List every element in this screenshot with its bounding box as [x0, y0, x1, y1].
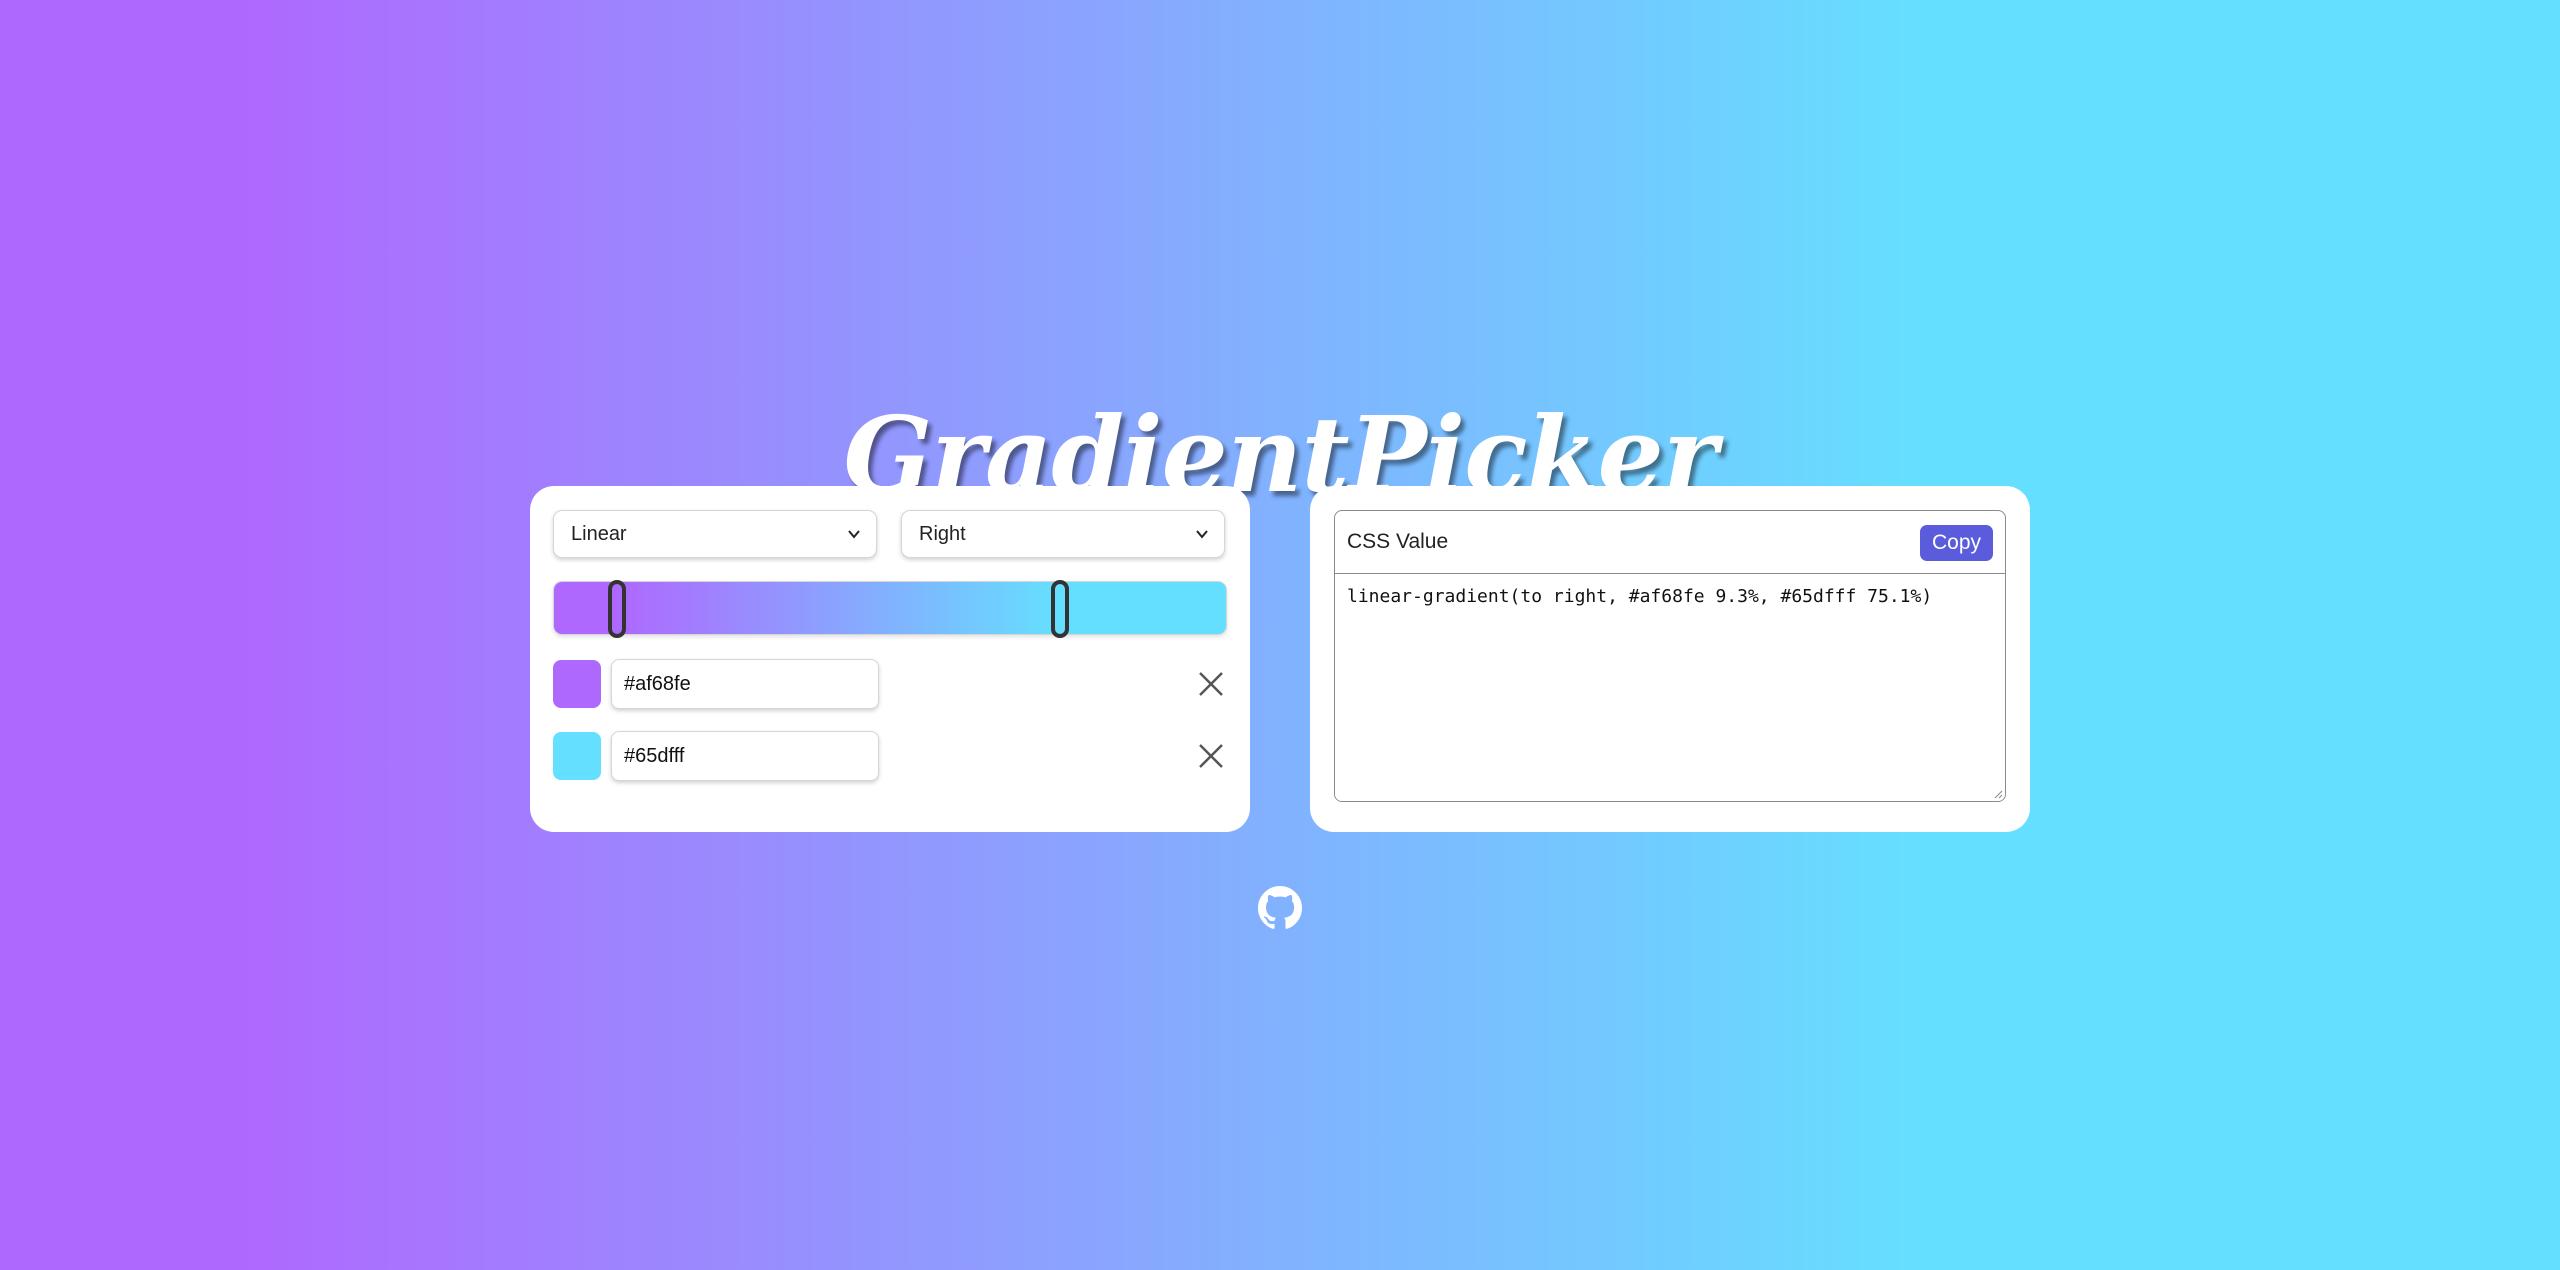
- chevron-down-icon: [848, 530, 860, 539]
- color-stop-handle[interactable]: [1051, 580, 1070, 638]
- chevron-down-icon: [1196, 530, 1208, 539]
- css-output-header: CSS Value Copy: [1335, 511, 2005, 574]
- github-icon[interactable]: [1258, 886, 1302, 930]
- close-icon[interactable]: [1195, 740, 1227, 772]
- copy-button[interactable]: Copy: [1919, 525, 1993, 561]
- gradient-direction-value: Right: [919, 522, 966, 545]
- color-stop-row: [553, 731, 1227, 781]
- hex-color-input[interactable]: [611, 731, 879, 781]
- close-icon[interactable]: [1195, 668, 1227, 700]
- color-stop-row: [553, 659, 1227, 709]
- color-swatch[interactable]: [553, 660, 601, 708]
- app-title: GradientPicker: [843, 392, 1717, 516]
- gradient-type-select[interactable]: Linear: [553, 510, 877, 558]
- editor-panel: Linear Right: [530, 486, 1250, 832]
- color-swatch[interactable]: [553, 732, 601, 780]
- resize-grip-icon[interactable]: [1993, 789, 2003, 799]
- css-output-box: CSS Value Copy: [1334, 510, 2006, 802]
- hex-color-input[interactable]: [611, 659, 879, 709]
- gradient-preview-bar[interactable]: [553, 580, 1227, 638]
- gradient-direction-select[interactable]: Right: [901, 510, 1225, 558]
- output-panel: CSS Value Copy: [1310, 486, 2030, 832]
- css-value-label: CSS Value: [1347, 530, 1449, 553]
- gradient-type-value: Linear: [571, 522, 627, 545]
- css-value-textarea[interactable]: [1335, 574, 2005, 801]
- color-stop-handle[interactable]: [607, 580, 626, 638]
